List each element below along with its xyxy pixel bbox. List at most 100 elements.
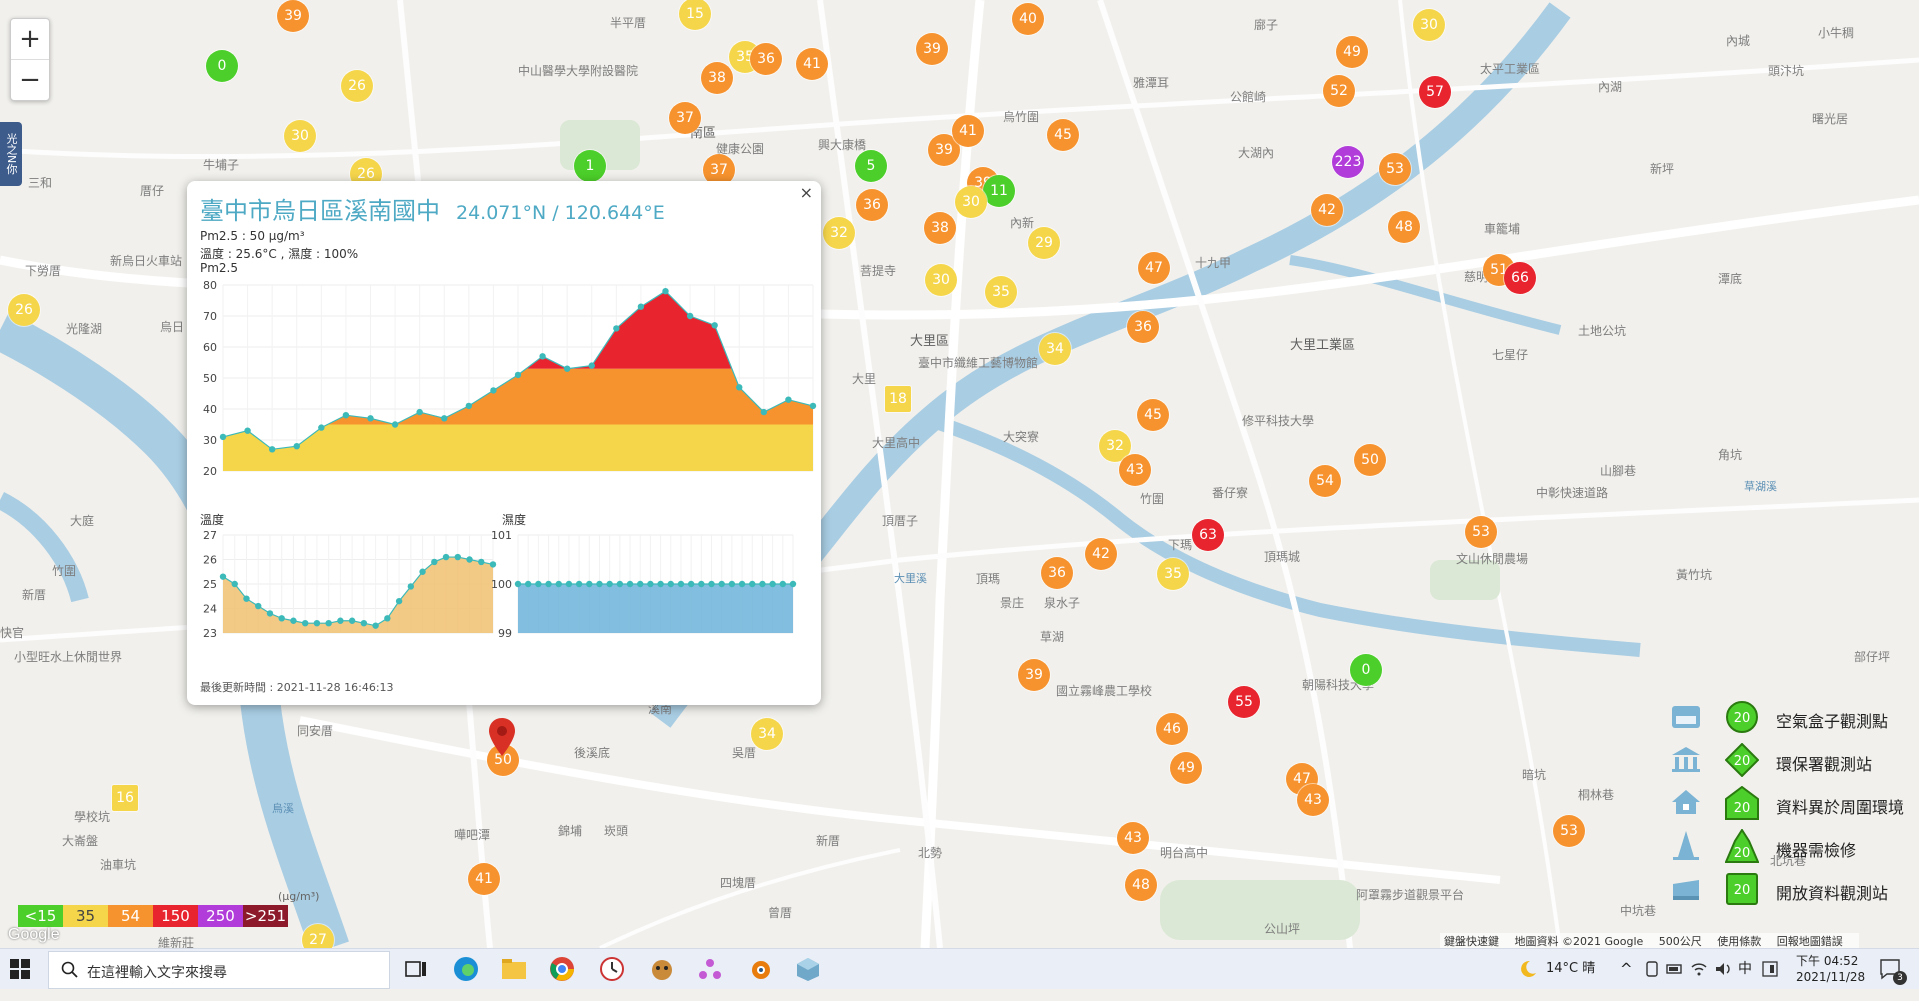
data-point xyxy=(219,573,227,580)
y-tick-label: 50 xyxy=(203,372,217,385)
air-quality-marker[interactable]: 34 xyxy=(1039,333,1071,365)
place-label: 光隆湖 xyxy=(66,322,103,336)
taskbar-search-box[interactable]: 在這裡輸入文字來搜尋 xyxy=(48,951,390,989)
air-quality-marker[interactable]: 48 xyxy=(1125,869,1157,901)
report-error-link[interactable]: 回報地圖錯誤 xyxy=(1777,935,1843,948)
air-quality-marker[interactable]: 0 xyxy=(1350,654,1382,686)
selected-location-pin-icon[interactable] xyxy=(489,718,515,756)
windows-start-icon[interactable] xyxy=(10,959,30,979)
scale-bar[interactable]: 500公尺 xyxy=(1659,935,1702,948)
air-quality-marker[interactable]: 42 xyxy=(1085,538,1117,570)
air-quality-marker[interactable]: 39 xyxy=(1018,659,1050,691)
blender-icon[interactable] xyxy=(746,955,774,983)
air-quality-marker[interactable]: 53 xyxy=(1465,516,1497,548)
air-quality-marker[interactable]: 26 xyxy=(8,294,40,326)
air-quality-marker[interactable]: 41 xyxy=(468,863,500,895)
data-point xyxy=(278,615,285,622)
app-icon-animal[interactable] xyxy=(648,955,676,983)
air-quality-marker[interactable]: 41 xyxy=(796,48,828,80)
app-icon-clock[interactable] xyxy=(598,955,626,983)
tray-chevron-up-icon[interactable]: ^ xyxy=(1620,949,1633,989)
air-quality-marker[interactable]: 29 xyxy=(1028,227,1060,259)
chrome-icon[interactable] xyxy=(548,955,576,983)
air-quality-marker[interactable]: 36 xyxy=(750,43,782,75)
air-quality-marker[interactable]: 32 xyxy=(823,217,855,249)
air-quality-marker[interactable]: 45 xyxy=(1137,399,1169,431)
clock-date[interactable]: 2021/11/28 xyxy=(1796,970,1865,988)
air-quality-marker[interactable]: 39 xyxy=(277,0,309,32)
file-explorer-icon[interactable] xyxy=(500,955,528,983)
epa-station-marker[interactable]: 18 xyxy=(885,386,911,412)
wifi-icon[interactable] xyxy=(1690,961,1708,1001)
air-quality-marker[interactable]: 26 xyxy=(341,70,373,102)
air-quality-marker[interactable]: 11 xyxy=(983,175,1015,207)
app-icon-cube[interactable] xyxy=(794,955,822,983)
side-panel-tab[interactable]: 光之N你 xyxy=(0,122,22,186)
terms-link[interactable]: 使用條款 xyxy=(1717,935,1761,948)
air-quality-marker[interactable]: 30 xyxy=(1413,9,1445,41)
zoom-in-button[interactable]: + xyxy=(11,19,49,59)
ime-mode-icon[interactable] xyxy=(1762,961,1778,1001)
air-quality-marker[interactable]: 43 xyxy=(1297,784,1329,816)
air-quality-marker[interactable]: 38 xyxy=(701,62,733,94)
task-view-icon[interactable] xyxy=(402,955,430,983)
air-quality-marker[interactable]: 57 xyxy=(1419,76,1451,108)
air-quality-marker[interactable]: 5 xyxy=(855,150,887,182)
place-label: 油車坑 xyxy=(100,858,137,872)
air-quality-marker[interactable]: 36 xyxy=(1127,311,1159,343)
air-quality-marker[interactable]: 36 xyxy=(1041,557,1073,589)
air-quality-marker[interactable]: 49 xyxy=(1336,36,1368,68)
air-quality-marker[interactable]: 42 xyxy=(1311,194,1343,226)
air-quality-marker[interactable]: 34 xyxy=(751,718,783,750)
open-data-marker[interactable]: 16 xyxy=(112,785,138,811)
weather-moon-icon[interactable] xyxy=(1518,959,1538,999)
air-quality-marker[interactable]: 39 xyxy=(916,33,948,65)
map[interactable]: 半平厝 雅潭耳 公館崎 大湖內 烏竹圍 廍子 太平工業區 內湖 頭汴坑 小牛稠 … xyxy=(0,0,1919,948)
air-quality-marker[interactable]: 45 xyxy=(1047,119,1079,151)
speaker-icon[interactable] xyxy=(1714,961,1732,1001)
air-quality-marker[interactable]: 0 xyxy=(206,50,238,82)
air-quality-marker[interactable]: 30 xyxy=(925,264,957,296)
air-quality-marker[interactable]: 35 xyxy=(985,276,1017,308)
air-quality-marker[interactable]: 43 xyxy=(1117,822,1149,854)
clock-time[interactable]: 下午 04:52 xyxy=(1796,952,1858,970)
air-quality-marker[interactable]: 48 xyxy=(1388,211,1420,243)
air-quality-marker[interactable]: 53 xyxy=(1379,153,1411,185)
air-quality-marker[interactable]: 38 xyxy=(924,212,956,244)
air-quality-marker[interactable]: 30 xyxy=(284,120,316,152)
air-quality-marker[interactable]: 43 xyxy=(1119,454,1151,486)
air-quality-marker[interactable]: 46 xyxy=(1156,713,1188,745)
popup-close-button[interactable]: × xyxy=(800,183,813,202)
air-quality-marker[interactable]: 36 xyxy=(856,189,888,221)
air-quality-marker[interactable]: 40 xyxy=(1012,3,1044,35)
place-label: 七星仔 xyxy=(1492,348,1529,362)
weather-text[interactable]: 14°C 晴 xyxy=(1546,949,1595,989)
air-quality-marker[interactable]: 30 xyxy=(955,186,987,218)
air-quality-marker[interactable]: 35 xyxy=(1157,558,1189,590)
air-quality-marker[interactable]: 66 xyxy=(1504,262,1536,294)
air-quality-marker[interactable]: 49 xyxy=(1170,752,1202,784)
edge-browser-icon[interactable] xyxy=(452,955,480,983)
zoom-out-button[interactable]: − xyxy=(11,59,49,100)
air-quality-marker[interactable]: 47 xyxy=(1138,252,1170,284)
data-point xyxy=(337,617,344,624)
app-icon-network[interactable] xyxy=(696,955,724,983)
air-quality-marker[interactable]: 53 xyxy=(1553,815,1585,847)
air-quality-marker[interactable]: 63 xyxy=(1192,519,1224,551)
air-quality-marker[interactable]: 54 xyxy=(1309,465,1341,497)
air-quality-marker[interactable]: 41 xyxy=(952,115,984,147)
air-quality-marker[interactable]: 37 xyxy=(669,102,701,134)
air-quality-marker[interactable]: 1 xyxy=(574,150,606,182)
air-quality-marker[interactable]: 55 xyxy=(1228,686,1260,718)
keyboard-shortcuts-link[interactable]: 鍵盤快速鍵 xyxy=(1444,935,1499,948)
air-quality-marker[interactable]: 52 xyxy=(1323,75,1355,107)
tray-device-icon[interactable] xyxy=(1644,961,1660,1001)
ime-indicator[interactable]: 中 xyxy=(1738,949,1752,989)
air-quality-marker[interactable]: 223 xyxy=(1332,146,1364,178)
key-label: 開放資料觀測站 xyxy=(1776,884,1889,903)
air-quality-marker[interactable]: 27 xyxy=(302,924,334,948)
air-quality-marker[interactable]: 50 xyxy=(1354,444,1386,476)
map-data-credit: 地圖資料 ©2021 Google xyxy=(1514,935,1644,948)
key-label: 資料異於周圍環境 xyxy=(1776,798,1905,817)
battery-icon[interactable] xyxy=(1666,961,1684,1001)
